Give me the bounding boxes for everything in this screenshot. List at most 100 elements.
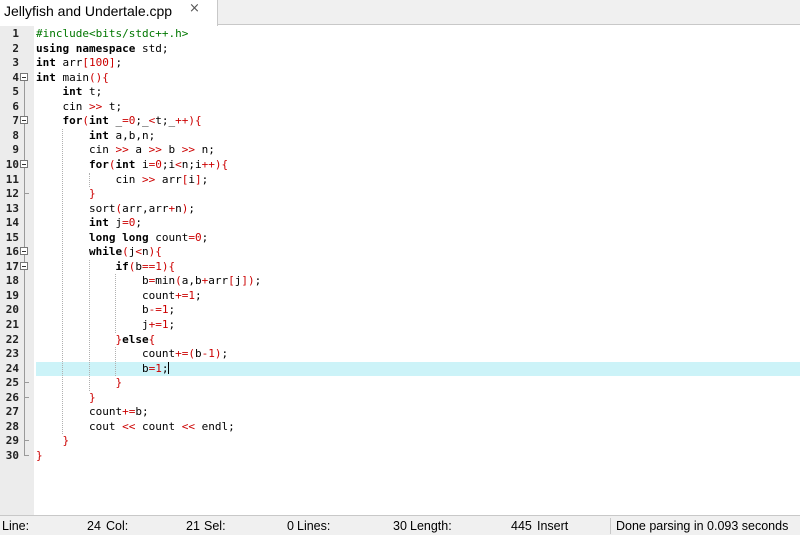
- line-number: 27: [5, 405, 19, 419]
- close-icon[interactable]: ×: [189, 1, 200, 16]
- line-number: 11: [5, 172, 19, 186]
- code-text[interactable]: }: [36, 449, 43, 464]
- line-number: 25: [5, 376, 19, 390]
- code-line[interactable]: 27 count+=b;: [0, 405, 800, 420]
- line-number: 26: [5, 390, 19, 404]
- tab-bar: Jellyfish and Undertale.cpp ×: [0, 0, 800, 26]
- line-number: 28: [5, 419, 19, 433]
- code-text[interactable]: }: [36, 187, 96, 202]
- code-line[interactable]: 23 count+=(b-1);: [0, 347, 800, 362]
- fold-toggle-icon[interactable]: [20, 159, 28, 168]
- line-number: 6: [12, 99, 19, 113]
- code-line[interactable]: 10 for(int i=0;i<n;i++){: [0, 158, 800, 173]
- code-line[interactable]: 30}: [0, 449, 800, 464]
- code-text[interactable]: }: [36, 391, 96, 406]
- status-lines-label: Lines:: [297, 519, 331, 533]
- code-text[interactable]: count+=(b-1);: [36, 347, 228, 362]
- line-number: 15: [5, 230, 19, 244]
- code-text[interactable]: count+=1;: [36, 289, 202, 304]
- code-text[interactable]: cin >> t;: [36, 100, 122, 115]
- status-message: Done parsing in 0.093 seconds: [616, 519, 789, 533]
- code-line[interactable]: 7 for(int _=0;_<t;_++){: [0, 114, 800, 129]
- status-bar: Line: 24 Col: 21 Sel: 0 Lines: 30 Length…: [0, 515, 800, 535]
- line-number: 19: [5, 288, 19, 302]
- code-text[interactable]: for(int i=0;i<n;i++){: [36, 158, 228, 173]
- status-separator: [610, 518, 611, 534]
- line-number: 16: [5, 245, 19, 259]
- fold-toggle-icon[interactable]: [20, 72, 28, 81]
- code-text[interactable]: }: [36, 376, 122, 391]
- code-text[interactable]: int j=0;: [36, 216, 142, 231]
- code-line[interactable]: 29 }: [0, 434, 800, 449]
- code-text[interactable]: using namespace std;: [36, 42, 168, 57]
- code-text[interactable]: j+=1;: [36, 318, 175, 333]
- code-text[interactable]: b=min(a,b+arr[j]);: [36, 274, 261, 289]
- code-line[interactable]: 2 using namespace std;: [0, 42, 800, 57]
- code-text[interactable]: cout << count << endl;: [36, 420, 235, 435]
- line-number: 23: [5, 347, 19, 361]
- code-text[interactable]: b=1;: [36, 361, 170, 377]
- code-line[interactable]: 9 cin >> a >> b >> n;: [0, 143, 800, 158]
- code-line[interactable]: 14 int j=0;: [0, 216, 800, 231]
- code-line[interactable]: 19 count+=1;: [0, 289, 800, 304]
- code-line[interactable]: 20 b-=1;: [0, 303, 800, 318]
- tab-title[interactable]: Jellyfish and Undertale.cpp: [4, 3, 172, 19]
- line-number: 21: [5, 318, 19, 331]
- code-text[interactable]: long long count=0;: [36, 231, 208, 246]
- code-editor[interactable]: 1 #include<bits/stdc++.h> 2 using namespace…: [0, 26, 800, 515]
- code-line[interactable]: 22 }else{: [0, 333, 800, 348]
- code-line[interactable]: 4 int main(){: [0, 71, 800, 86]
- code-line[interactable]: 11 cin >> arr[i];: [0, 173, 800, 188]
- code-text[interactable]: count+=b;: [36, 405, 149, 420]
- line-number: 13: [5, 201, 19, 215]
- line-number: 18: [5, 274, 19, 288]
- code-text[interactable]: sort(arr,arr+n);: [36, 202, 195, 217]
- line-number: 3: [12, 56, 19, 70]
- code-text[interactable]: cin >> a >> b >> n;: [36, 143, 215, 158]
- fold-toggle-icon[interactable]: [20, 261, 28, 270]
- code-line[interactable]: 21 j+=1;: [0, 318, 800, 333]
- status-sel-label: Sel:: [204, 519, 226, 533]
- code-text[interactable]: while(j<n){: [36, 245, 162, 260]
- code-line[interactable]: 6 cin >> t;: [0, 100, 800, 115]
- status-lines-value: 30: [393, 519, 407, 533]
- code-text[interactable]: cin >> arr[i];: [36, 173, 208, 188]
- code-line[interactable]: 17 if(b==1){: [0, 260, 800, 275]
- code-text[interactable]: for(int _=0;_<t;_++){: [36, 114, 202, 129]
- code-text[interactable]: b-=1;: [36, 303, 175, 318]
- line-number: 17: [5, 259, 19, 273]
- status-line-label: Line:: [2, 519, 30, 533]
- code-line[interactable]: 24 b=1;: [0, 361, 800, 377]
- code-text[interactable]: #include<bits/stdc++.h>: [36, 27, 188, 42]
- line-number: 10: [5, 157, 19, 171]
- code-text[interactable]: }: [36, 434, 70, 449]
- fold-toggle-icon[interactable]: [20, 116, 28, 125]
- code-line[interactable]: 3 int arr[100];: [0, 56, 800, 71]
- status-length-label: Length:: [410, 519, 452, 533]
- code-line[interactable]: 16 while(j<n){: [0, 245, 800, 260]
- code-line[interactable]: 25 }: [0, 376, 800, 391]
- code-text[interactable]: int t;: [36, 85, 103, 100]
- code-text[interactable]: int arr[100];: [36, 56, 122, 71]
- line-number: 8: [12, 128, 19, 142]
- tab-file[interactable]: Jellyfish and Undertale.cpp ×: [0, 0, 218, 26]
- fold-toggle-icon[interactable]: [20, 247, 28, 256]
- code-line[interactable]: 18 b=min(a,b+arr[j]);: [0, 274, 800, 289]
- code-line[interactable]: 12 }: [0, 187, 800, 202]
- code-line[interactable]: 13 sort(arr,arr+n);: [0, 202, 800, 217]
- code-text[interactable]: if(b==1){: [36, 260, 175, 275]
- code-line[interactable]: 8 int a,b,n;: [0, 129, 800, 144]
- line-number: 9: [12, 143, 19, 157]
- status-mode: Insert: [537, 519, 569, 533]
- code-text[interactable]: }else{: [36, 333, 155, 348]
- code-line[interactable]: 28 cout << count << endl;: [0, 420, 800, 435]
- code-text[interactable]: int a,b,n;: [36, 129, 155, 144]
- code-line[interactable]: 15 long long count=0;: [0, 231, 800, 246]
- line-number: 30: [5, 448, 19, 462]
- code-line[interactable]: 5 int t;: [0, 85, 800, 100]
- code-line[interactable]: 1 #include<bits/stdc++.h>: [0, 27, 800, 42]
- line-number: 1: [12, 27, 19, 40]
- status-col-value: 21: [186, 519, 200, 533]
- code-text[interactable]: int main(){: [36, 71, 109, 86]
- code-line[interactable]: 26 }: [0, 391, 800, 406]
